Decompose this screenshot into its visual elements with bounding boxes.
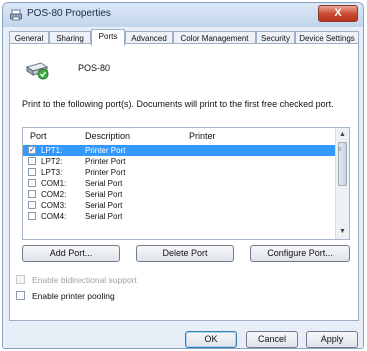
port-checkbox[interactable] xyxy=(28,157,36,165)
port-name: LPT1: xyxy=(41,146,63,155)
window-title: POS-80 Properties xyxy=(27,8,111,19)
pooling-option[interactable]: Enable printer pooling xyxy=(16,291,115,301)
port-row[interactable]: COM3: Serial Port xyxy=(23,200,335,211)
port-description: Serial Port xyxy=(85,190,123,199)
port-row[interactable]: COM1: Serial Port xyxy=(23,178,335,189)
port-description: Serial Port xyxy=(85,212,123,221)
title-bar[interactable]: POS-80 Properties X xyxy=(3,3,363,27)
port-row[interactable]: COM2: Serial Port xyxy=(23,189,335,200)
printer-app-icon xyxy=(10,9,22,21)
port-row[interactable]: LPT2: Printer Port xyxy=(23,156,335,167)
port-name: COM3: xyxy=(41,201,67,210)
port-name: LPT3: xyxy=(41,168,63,177)
list-scrollbar[interactable]: ▲ ≡ ▼ xyxy=(335,128,349,239)
list-header: Port Description Printer xyxy=(23,128,335,144)
bidirectional-checkbox[interactable] xyxy=(16,275,25,284)
bidirectional-option[interactable]: Enable bidirectional support xyxy=(16,275,137,285)
apply-button[interactable]: Apply xyxy=(306,331,358,348)
scroll-grip-icon: ≡ xyxy=(338,147,342,153)
port-name: LPT2: xyxy=(41,157,63,166)
column-printer[interactable]: Printer xyxy=(189,131,216,141)
port-checkbox[interactable] xyxy=(28,201,36,209)
column-port[interactable]: Port xyxy=(30,131,47,141)
ports-list[interactable]: Port Description Printer LPT1: Printer Po… xyxy=(22,127,350,240)
printer-icon xyxy=(25,62,49,80)
printer-name: POS-80 xyxy=(78,63,111,73)
scroll-down-arrow-icon[interactable]: ▼ xyxy=(336,226,349,238)
ok-button[interactable]: OK xyxy=(185,331,237,348)
pooling-label: Enable printer pooling xyxy=(32,291,115,301)
column-description[interactable]: Description xyxy=(85,131,130,141)
port-description: Serial Port xyxy=(85,201,123,210)
pooling-checkbox[interactable] xyxy=(16,291,25,300)
port-description: Printer Port xyxy=(85,168,126,177)
tab-ports[interactable]: Ports xyxy=(91,29,125,46)
port-description: Serial Port xyxy=(85,179,123,188)
port-row[interactable]: LPT3: Printer Port xyxy=(23,167,335,178)
port-name: COM4: xyxy=(41,212,67,221)
port-name: COM1: xyxy=(41,179,67,188)
delete-port-button[interactable]: Delete Port xyxy=(136,245,234,262)
ports-panel: POS-80 Print to the following port(s). D… xyxy=(9,43,359,321)
port-checkbox[interactable] xyxy=(28,212,36,220)
cancel-button[interactable]: Cancel xyxy=(246,331,298,348)
port-name: COM2: xyxy=(41,190,67,199)
port-row[interactable]: LPT1: Printer Port xyxy=(23,144,335,156)
port-description: Printer Port xyxy=(85,157,126,166)
port-checkbox[interactable] xyxy=(28,168,36,176)
add-port-button[interactable]: Add Port... xyxy=(22,245,120,262)
port-description: Printer Port xyxy=(85,146,126,155)
close-button[interactable]: X xyxy=(318,5,358,22)
port-checkbox[interactable] xyxy=(28,144,36,155)
port-checkbox[interactable] xyxy=(28,179,36,187)
properties-window: POS-80 Properties X General Sharing Port… xyxy=(2,2,364,349)
bidirectional-label: Enable bidirectional support xyxy=(32,275,137,285)
scroll-up-arrow-icon[interactable]: ▲ xyxy=(336,129,349,141)
instructions-text: Print to the following port(s). Document… xyxy=(22,99,334,109)
configure-port-button[interactable]: Configure Port... xyxy=(250,245,350,262)
port-row[interactable]: COM4: Serial Port xyxy=(23,211,335,222)
port-checkbox[interactable] xyxy=(28,190,36,198)
